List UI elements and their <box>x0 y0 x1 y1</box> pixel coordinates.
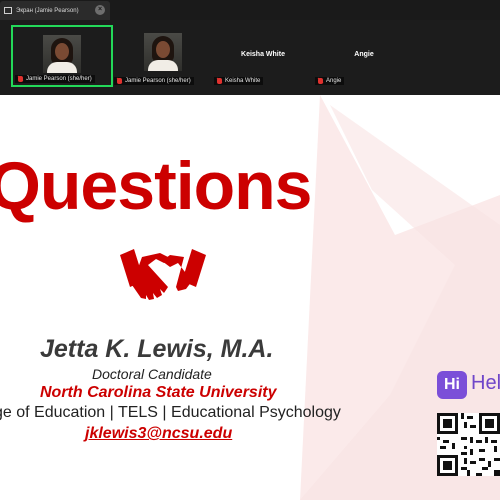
participant-tile[interactable]: Keisha White Keisha White <box>212 25 314 87</box>
participant-tile[interactable]: Jamie Pearson (she/her) <box>11 25 113 87</box>
close-icon[interactable]: × <box>95 5 105 15</box>
participant-video <box>43 35 81 73</box>
tab-title: Экран (Jamie Pearson) <box>16 7 79 14</box>
screen-share-tab[interactable]: Экран (Jamie Pearson) × <box>0 1 110 20</box>
participant-strip: Jamie Pearson (she/her) Jamie Pearson (s… <box>0 20 500 95</box>
presentation-tab-icon <box>4 7 12 14</box>
mic-muted-icon <box>117 78 122 84</box>
participant-display-name: Angie <box>354 51 374 58</box>
participant-name-tag: Keisha White <box>214 77 264 85</box>
hi-logo-icon: Hi <box>437 371 467 399</box>
shared-slide: Questions Jetta K. Lewis, M.A. Doctoral … <box>0 95 500 500</box>
slide-heading: Questions <box>0 148 312 224</box>
participant-tile[interactable]: Jamie Pearson (she/her) <box>112 25 214 87</box>
college-line: ge of Education | TELS | Educational Psy… <box>0 404 341 421</box>
hi-logo-text: Hell <box>471 372 500 394</box>
participant-video <box>144 33 182 71</box>
participant-tile[interactable]: Angie Angie <box>313 25 415 87</box>
university-name: North Carolina State University <box>40 384 277 401</box>
participant-display-name: Keisha White <box>241 51 285 58</box>
participant-name: Angie <box>326 78 342 84</box>
participant-name-tag: Jamie Pearson (she/her) <box>114 77 194 85</box>
mic-muted-icon <box>18 76 23 82</box>
qr-code <box>437 413 500 476</box>
handshake-icon <box>120 249 206 300</box>
mic-muted-icon <box>217 78 222 84</box>
contact-email[interactable]: jklewis3@ncsu.edu <box>85 425 232 443</box>
participant-name: Jamie Pearson (she/her) <box>125 78 191 84</box>
participant-name: Jamie Pearson (she/her) <box>26 76 92 82</box>
participant-name-tag: Jamie Pearson (she/her) <box>15 75 95 83</box>
presenter-name: Jetta K. Lewis, M.A. <box>40 335 274 363</box>
participant-name: Keisha White <box>225 78 261 84</box>
title-bar: Экран (Jamie Pearson) × <box>0 0 500 20</box>
presenter-role: Doctoral Candidate <box>92 366 212 382</box>
mic-muted-icon <box>318 78 323 84</box>
participant-name-tag: Angie <box>315 77 345 85</box>
